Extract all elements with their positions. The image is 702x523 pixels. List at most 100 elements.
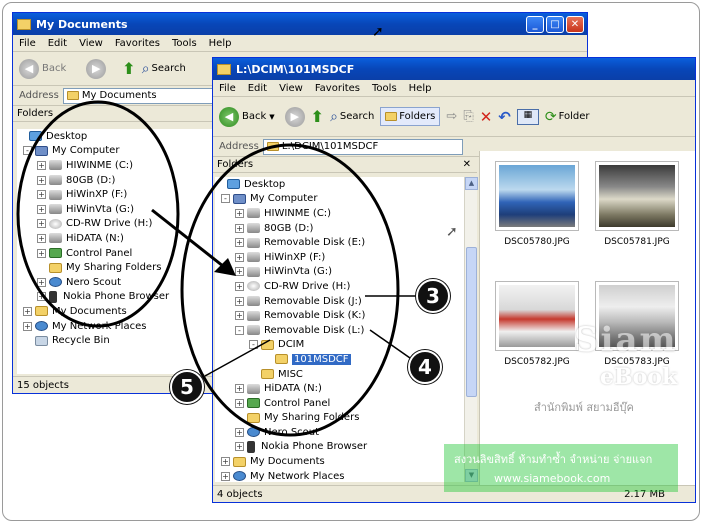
views-icon[interactable]: ▦ xyxy=(516,108,539,125)
expand-icon[interactable]: + xyxy=(235,384,244,394)
expand-icon[interactable]: + xyxy=(37,190,46,200)
undo-icon[interactable]: ↶ xyxy=(498,108,511,126)
expand-icon[interactable]: + xyxy=(235,223,244,233)
menu-favorites[interactable]: Favorites xyxy=(315,83,360,94)
menu-favorites[interactable]: Favorites xyxy=(115,38,160,49)
close-button[interactable]: ✕ xyxy=(566,15,584,33)
menu-file[interactable]: File xyxy=(19,38,36,49)
expand-icon[interactable]: + xyxy=(37,175,46,185)
collapse-icon[interactable]: - xyxy=(23,146,32,156)
menu-edit[interactable]: Edit xyxy=(48,38,67,49)
menu-tools[interactable]: Tools xyxy=(172,38,197,49)
tree-node[interactable]: - My Computer xyxy=(215,192,477,207)
tree-node[interactable]: + My Documents xyxy=(17,304,217,319)
expand-icon[interactable]: + xyxy=(37,292,46,302)
expand-icon[interactable]: + xyxy=(235,311,244,321)
collapse-icon[interactable]: - xyxy=(221,194,230,204)
expand-icon[interactable]: + xyxy=(235,296,244,306)
tree-node[interactable]: + Nokia Phone Browser xyxy=(17,290,217,305)
tree-node[interactable]: - DCIM xyxy=(215,338,477,353)
scroll-up-icon[interactable]: ▲ xyxy=(465,177,478,190)
tree-node[interactable]: + HIWINME (C:) xyxy=(215,206,477,221)
tree-node[interactable]: + HiWinVta (G:) xyxy=(215,265,477,280)
tree-node[interactable]: + Nokia Phone Browser xyxy=(215,440,477,455)
menu-view[interactable]: View xyxy=(279,83,303,94)
menu-view[interactable]: View xyxy=(79,38,103,49)
tree-node[interactable]: + My Network Places xyxy=(17,319,217,334)
menu-tools[interactable]: Tools xyxy=(372,83,397,94)
tree-node[interactable]: - My Computer xyxy=(17,144,217,159)
expand-icon[interactable]: + xyxy=(235,267,244,277)
expand-icon[interactable]: + xyxy=(37,219,46,229)
folders-button[interactable]: Folders xyxy=(380,107,441,126)
tree-node[interactable]: + HIWINME (C:) xyxy=(17,158,217,173)
move-to-icon[interactable]: ⇨ xyxy=(446,109,457,124)
minimize-button[interactable]: _ xyxy=(526,15,544,33)
tree-node[interactable]: My Sharing Folders xyxy=(215,411,477,426)
back-button[interactable]: ◀ Back ▼ xyxy=(219,106,275,127)
expand-icon[interactable]: + xyxy=(37,277,46,287)
expand-icon[interactable]: + xyxy=(221,457,230,467)
maximize-button[interactable]: □ xyxy=(546,15,564,33)
collapse-icon[interactable]: - xyxy=(235,325,244,335)
collapse-icon[interactable]: - xyxy=(249,340,258,350)
expand-icon[interactable]: + xyxy=(221,471,230,481)
scroll-thumb[interactable] xyxy=(466,247,477,397)
expand-icon[interactable]: + xyxy=(37,160,46,170)
tree-node[interactable]: + CD-RW Drive (H:) xyxy=(17,217,217,232)
close-pane-icon[interactable]: ✕ xyxy=(463,159,471,170)
tree-node[interactable]: Desktop xyxy=(17,129,217,144)
delete-icon[interactable]: ✕ xyxy=(480,108,493,126)
search-button[interactable]: ⌕ Search xyxy=(142,61,186,77)
expand-icon[interactable]: + xyxy=(37,204,46,214)
tree-node[interactable]: +80GB (D:) xyxy=(17,173,217,188)
file-tile[interactable]: DSC05780.JPG xyxy=(492,161,582,247)
window2-titlebar[interactable]: L:\DCIM\101MSDCF xyxy=(213,58,695,80)
expand-icon[interactable]: + xyxy=(37,248,46,258)
menu-file[interactable]: File xyxy=(219,83,236,94)
tree-node[interactable]: + HiDATA (N:) xyxy=(17,231,217,246)
tree-node[interactable]: Desktop xyxy=(215,177,477,192)
tree-node[interactable]: + Control Panel xyxy=(17,246,217,261)
tree-node[interactable]: + Nero Scout xyxy=(215,425,477,440)
tree-node[interactable]: + HiWinVta (G:) xyxy=(17,202,217,217)
expand-icon[interactable]: + xyxy=(235,398,244,408)
search-button[interactable]: ⌕ Search xyxy=(330,109,374,125)
expand-icon[interactable]: + xyxy=(23,321,32,331)
back-button[interactable]: ◀ Back xyxy=(19,58,66,79)
tree-node[interactable]: + My Network Places xyxy=(215,469,477,484)
tree-node[interactable]: + My Documents xyxy=(215,454,477,469)
menu-help[interactable]: Help xyxy=(409,83,432,94)
expand-icon[interactable]: + xyxy=(235,281,244,291)
expand-icon[interactable]: + xyxy=(235,442,244,452)
expand-icon[interactable]: + xyxy=(235,238,244,248)
up-folder-icon[interactable]: ⬆ xyxy=(311,107,324,126)
tree-node[interactable]: Recycle Bin xyxy=(17,333,217,348)
tree-node[interactable]: - Removable Disk (L:) xyxy=(215,323,477,338)
tree-node[interactable]: + Nero Scout xyxy=(17,275,217,290)
back-dropdown-icon[interactable]: ▼ xyxy=(269,113,274,121)
tree-node[interactable]: +80GB (D:) xyxy=(215,221,477,236)
up-folder-icon[interactable]: ⬆ xyxy=(122,59,135,78)
tree-node[interactable]: + Removable Disk (E:) xyxy=(215,235,477,250)
expand-icon[interactable]: + xyxy=(235,208,244,218)
address-input[interactable]: L:\DCIM\101MSDCF xyxy=(262,138,463,155)
menu-help[interactable]: Help xyxy=(209,38,232,49)
expand-icon[interactable]: + xyxy=(37,233,46,243)
forward-button[interactable]: ▶ xyxy=(86,58,107,79)
tree-node[interactable]: My Sharing Folders xyxy=(17,260,217,275)
tree-node[interactable]: + Control Panel xyxy=(215,396,477,411)
file-tile[interactable]: DSC05781.JPG xyxy=(592,161,682,247)
tree-node[interactable]: + HiWinXP (F:) xyxy=(17,187,217,202)
expand-icon[interactable]: + xyxy=(23,306,32,316)
window1-titlebar[interactable]: My Documents _ □ ✕ xyxy=(13,13,587,35)
menu-edit[interactable]: Edit xyxy=(248,83,267,94)
copy-to-icon[interactable]: ⎘ xyxy=(463,109,473,124)
forward-button[interactable]: ▶ xyxy=(284,106,305,127)
expand-icon[interactable]: + xyxy=(235,427,244,437)
tree-node[interactable]: + HiDATA (N:) xyxy=(215,381,477,396)
expand-icon[interactable]: + xyxy=(235,252,244,262)
tree-node[interactable]: + HiWinXP (F:) xyxy=(215,250,477,265)
tree-scrollbar[interactable]: ▲ ▼ xyxy=(464,177,478,482)
folder-sync-button[interactable]: ⟳ Folder xyxy=(545,109,590,125)
